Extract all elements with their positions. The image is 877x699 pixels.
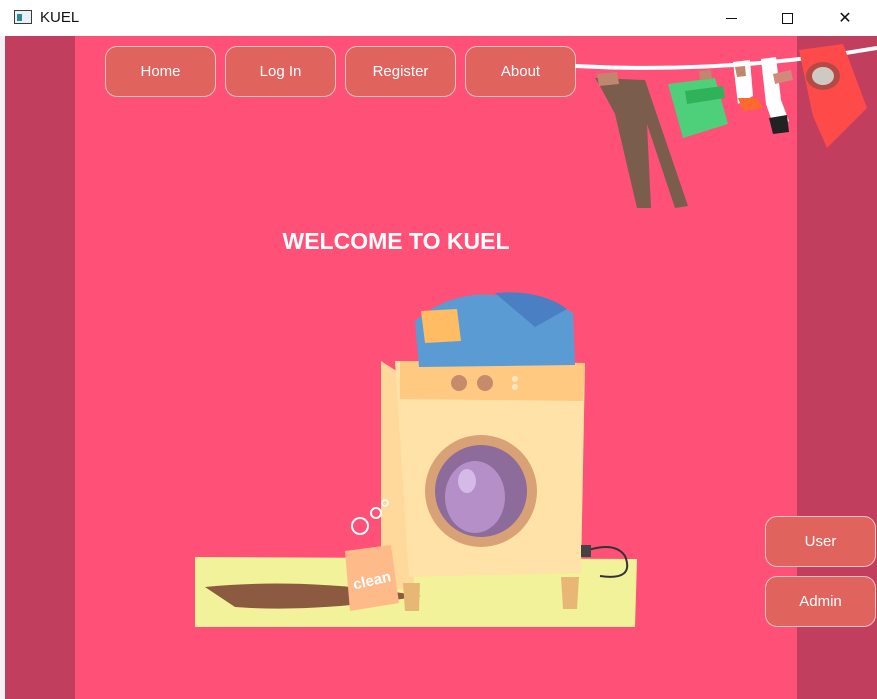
maximize-icon bbox=[781, 12, 793, 24]
register-button[interactable]: Register bbox=[345, 46, 456, 97]
left-background-strip bbox=[0, 36, 5, 699]
main-content: Home Log In Register About WELCOME TO KU… bbox=[0, 36, 877, 699]
app-window: KUEL ✕ Home Log In Register About WELCOM… bbox=[0, 0, 877, 699]
admin-button[interactable]: Admin bbox=[765, 576, 876, 627]
minimize-icon bbox=[725, 17, 737, 19]
home-button[interactable]: Home bbox=[105, 46, 216, 97]
maximize-button[interactable] bbox=[758, 0, 816, 36]
close-button[interactable]: ✕ bbox=[816, 0, 874, 36]
about-button[interactable]: About bbox=[465, 46, 576, 97]
title-bar[interactable]: KUEL ✕ bbox=[0, 0, 877, 36]
window-title: KUEL bbox=[40, 9, 80, 26]
clothesline-illustration bbox=[575, 44, 877, 208]
minimize-button[interactable] bbox=[702, 0, 760, 36]
window-icon bbox=[14, 10, 32, 24]
user-button[interactable]: User bbox=[765, 516, 876, 567]
login-button[interactable]: Log In bbox=[225, 46, 336, 97]
washing-machine-illustration: clean bbox=[195, 292, 637, 627]
close-icon: ✕ bbox=[838, 10, 852, 27]
welcome-heading: WELCOME TO KUEL bbox=[282, 228, 510, 254]
